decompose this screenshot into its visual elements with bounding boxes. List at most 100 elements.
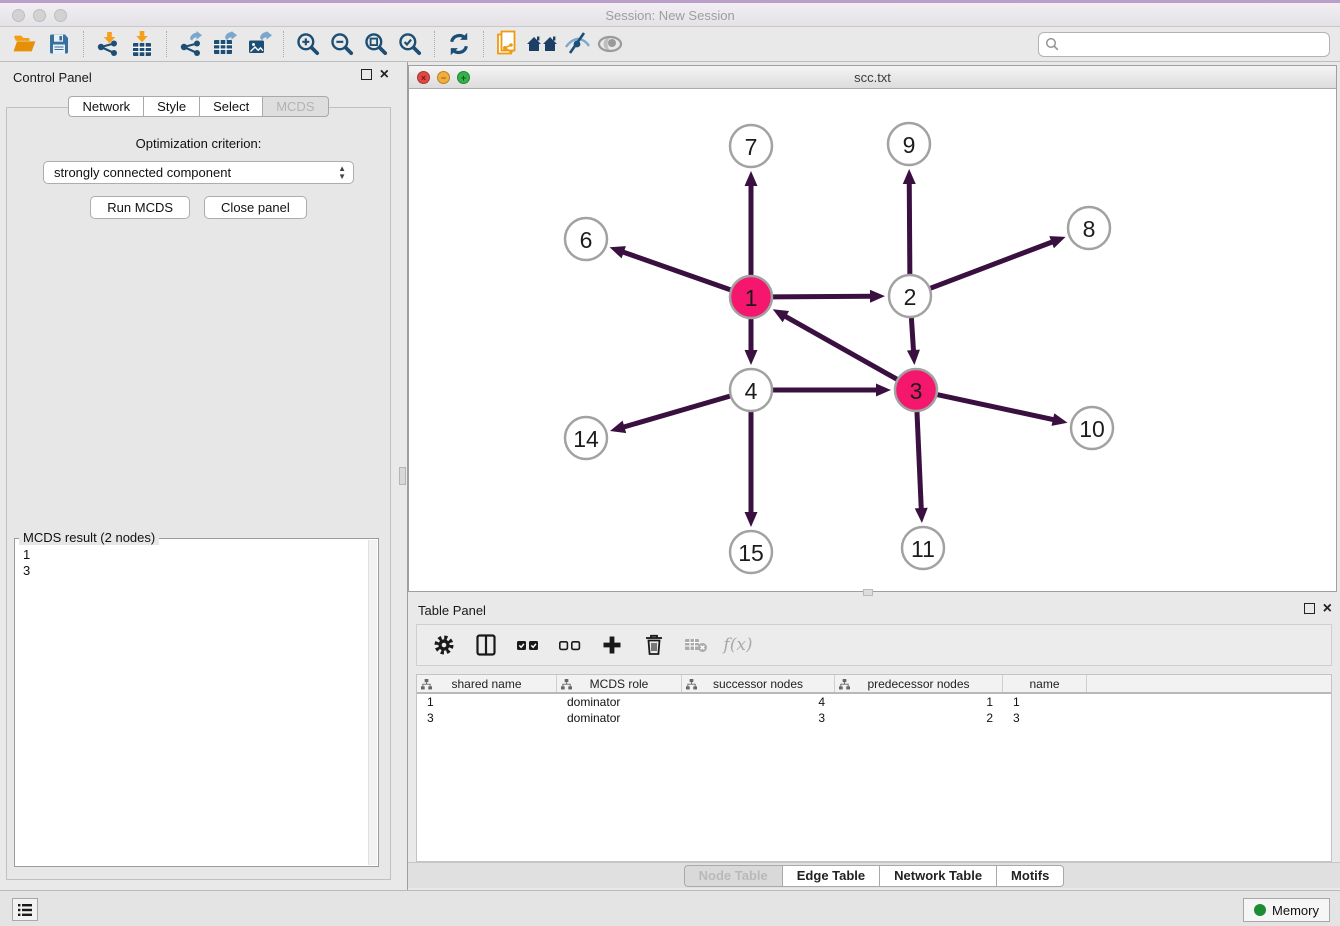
tab-mcds[interactable]: MCDS xyxy=(262,96,328,117)
graph-edge[interactable] xyxy=(773,296,872,297)
import-table-button[interactable] xyxy=(125,29,159,59)
column-header-shared-name[interactable]: shared name xyxy=(417,675,557,692)
zoom-out-button[interactable] xyxy=(325,29,359,59)
table-toolbar: f(x) xyxy=(416,624,1332,666)
column-header-mcds-role[interactable]: MCDS role xyxy=(557,675,682,692)
tab-network[interactable]: Network xyxy=(68,96,143,117)
run-mcds-button[interactable]: Run MCDS xyxy=(90,196,190,219)
delete-table-icon xyxy=(683,635,709,655)
hide-graphics-details-button[interactable] xyxy=(559,29,593,59)
mcds-result-box: MCDS result (2 nodes) 1 3 xyxy=(14,538,379,867)
show-graphics-details-button[interactable] xyxy=(593,29,627,59)
add-row-button[interactable] xyxy=(597,629,627,661)
table-cell[interactable]: 1 xyxy=(1003,694,1087,710)
table-cell[interactable]: 1 xyxy=(835,694,1003,710)
graph-edge[interactable] xyxy=(784,316,897,380)
tab-style[interactable]: Style xyxy=(143,96,199,117)
graph-edge[interactable] xyxy=(917,412,921,510)
tab-edge-table[interactable]: Edge Table xyxy=(782,865,879,887)
table-cell[interactable]: 1 xyxy=(417,694,557,710)
first-network-icon xyxy=(494,30,522,58)
hierarchy-icon xyxy=(839,679,850,690)
table-cell[interactable]: dominator xyxy=(557,710,682,726)
fit-content-button[interactable] xyxy=(359,29,393,59)
close-panel-icon[interactable]: × xyxy=(380,69,389,80)
unselect-all-button[interactable] xyxy=(555,629,585,661)
export-table-button[interactable] xyxy=(208,29,242,59)
refresh-button[interactable] xyxy=(442,29,476,59)
table-settings-button[interactable] xyxy=(429,629,459,661)
graph-edge-arrowhead xyxy=(907,350,920,365)
float-panel-icon[interactable] xyxy=(1304,603,1315,614)
graph-edge[interactable] xyxy=(622,396,729,427)
fx-icon: f(x) xyxy=(723,635,752,655)
graph-node-label: 11 xyxy=(911,536,935,562)
table-cell[interactable]: 3 xyxy=(682,710,835,726)
network-canvas-svg: 7968124314101511 xyxy=(409,89,1336,591)
graph-edge[interactable] xyxy=(622,252,730,290)
column-header-predecessor-nodes[interactable]: predecessor nodes xyxy=(835,675,1003,692)
hide-details-eye-icon xyxy=(562,31,590,57)
memory-status-icon xyxy=(1254,904,1266,916)
vertical-split-divider[interactable] xyxy=(397,62,408,890)
float-panel-icon[interactable] xyxy=(361,69,372,80)
search-icon xyxy=(1045,37,1060,52)
graph-edge[interactable] xyxy=(909,182,910,274)
task-history-button[interactable] xyxy=(12,898,38,921)
network-canvas[interactable]: 7968124314101511 xyxy=(409,89,1336,591)
export-image-button[interactable] xyxy=(242,29,276,59)
hierarchy-icon xyxy=(561,679,572,690)
column-header-successor-nodes[interactable]: successor nodes xyxy=(682,675,835,692)
function-builder-button[interactable]: f(x) xyxy=(723,629,753,661)
table-header-row: shared name MCDS role successor nodes pr… xyxy=(417,675,1331,694)
zoom-in-button[interactable] xyxy=(291,29,325,59)
close-panel-icon[interactable]: × xyxy=(1323,603,1332,614)
toolbar-separator xyxy=(166,31,167,57)
memory-label: Memory xyxy=(1272,903,1319,918)
delete-table-button[interactable] xyxy=(681,629,711,661)
result-scrollbar[interactable] xyxy=(368,540,377,865)
table-row[interactable]: 1dominator411 xyxy=(417,694,1331,710)
plus-icon xyxy=(601,634,623,656)
home-button[interactable] xyxy=(525,29,559,59)
close-panel-button[interactable]: Close panel xyxy=(204,196,307,219)
export-network-button[interactable] xyxy=(174,29,208,59)
toolbar-separator xyxy=(283,31,284,57)
open-session-button[interactable] xyxy=(8,29,42,59)
table-cell[interactable]: 4 xyxy=(682,694,835,710)
table-cell[interactable]: 3 xyxy=(417,710,557,726)
tab-motifs[interactable]: Motifs xyxy=(996,865,1064,887)
table-cell[interactable]: 2 xyxy=(835,710,1003,726)
network-window-titlebar[interactable]: × − + scc.txt xyxy=(409,66,1336,89)
window-titlebar: Session: New Session xyxy=(0,0,1340,27)
graph-node-label: 7 xyxy=(745,134,758,160)
zoom-out-icon xyxy=(329,31,355,57)
node-table[interactable]: shared name MCDS role successor nodes pr… xyxy=(416,674,1332,862)
column-header-name[interactable]: name xyxy=(1003,675,1087,692)
criterion-select[interactable]: strongly connected component ▲▼ xyxy=(43,161,354,184)
mcds-tab-content: Optimization criterion: strongly connect… xyxy=(6,107,391,880)
columns-icon xyxy=(474,633,498,657)
tab-select[interactable]: Select xyxy=(199,96,262,117)
tab-node-table[interactable]: Node Table xyxy=(684,865,782,887)
select-all-button[interactable] xyxy=(513,629,543,661)
import-network-button[interactable] xyxy=(91,29,125,59)
memory-button[interactable]: Memory xyxy=(1243,898,1330,922)
table-cell[interactable]: 3 xyxy=(1003,710,1087,726)
table-cell[interactable]: dominator xyxy=(557,694,682,710)
graph-edge[interactable] xyxy=(938,395,1055,420)
divider-grip[interactable] xyxy=(863,589,873,596)
search-input[interactable] xyxy=(1038,32,1330,57)
graph-edge[interactable] xyxy=(931,241,1054,288)
graph-edge[interactable] xyxy=(911,318,913,352)
divider-grip[interactable] xyxy=(399,467,406,485)
show-columns-button[interactable] xyxy=(471,629,501,661)
save-session-button[interactable] xyxy=(42,29,76,59)
table-row[interactable]: 3dominator323 xyxy=(417,710,1331,726)
application-window: Session: New Session xyxy=(0,0,1340,926)
graph-edge-arrowhead xyxy=(870,290,885,303)
delete-row-button[interactable] xyxy=(639,629,669,661)
tab-network-table[interactable]: Network Table xyxy=(879,865,996,887)
first-network-button[interactable] xyxy=(491,29,525,59)
zoom-selected-button[interactable] xyxy=(393,29,427,59)
